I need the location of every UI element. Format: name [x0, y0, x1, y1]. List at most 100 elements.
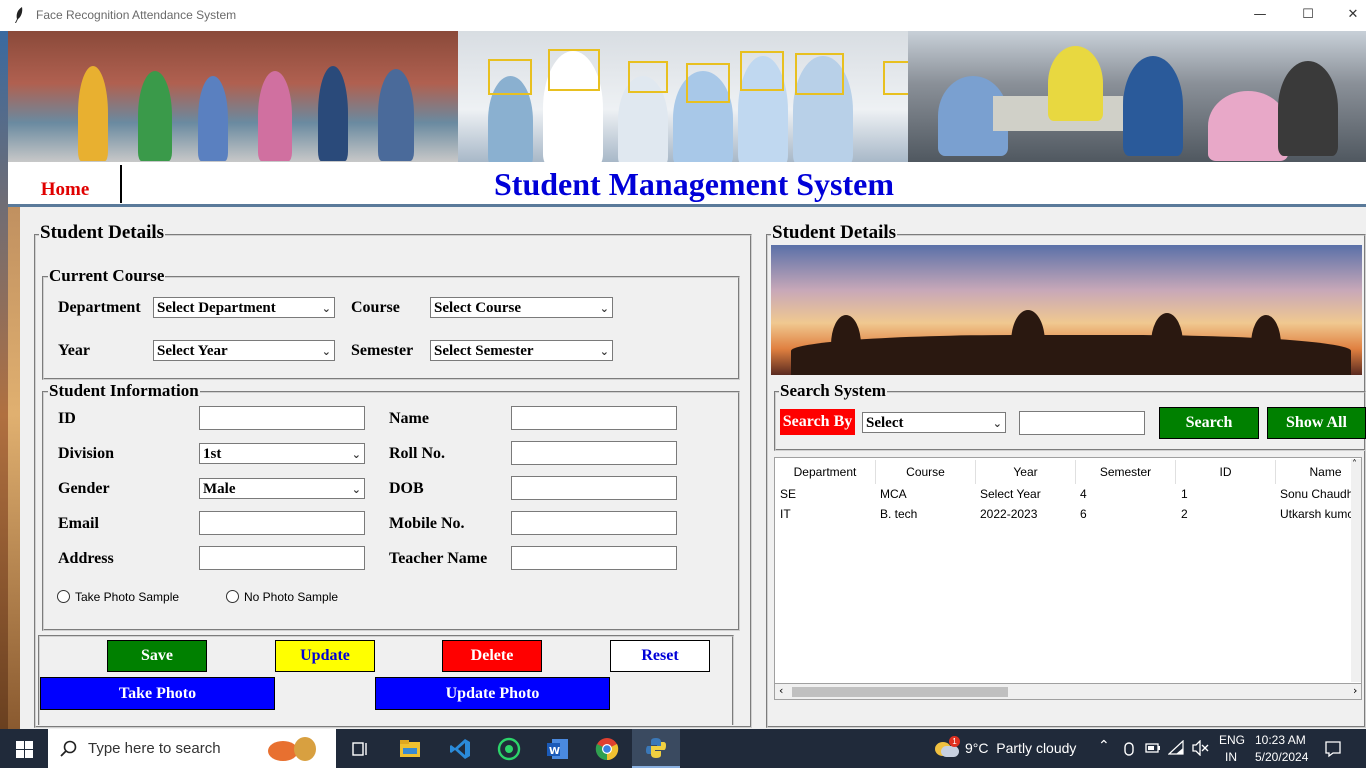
scroll-right-icon[interactable]: › [1353, 684, 1357, 697]
student-table[interactable]: Department Course Year Semester ID Name … [774, 457, 1362, 700]
save-button[interactable]: Save [107, 640, 207, 672]
home-button[interactable]: Home [10, 165, 122, 203]
chevron-down-icon: ⌄ [321, 302, 331, 315]
background-strip [0, 31, 8, 729]
teacher-label: Teacher Name [389, 550, 488, 567]
background-strip-2 [8, 205, 20, 729]
taskbar: Type here to search W 1 9°C Partly cloud… [0, 729, 1366, 768]
id-input[interactable] [199, 406, 365, 430]
battery-icon[interactable] [1145, 742, 1161, 754]
column-header-id[interactable]: ID [1176, 460, 1276, 484]
file-explorer-icon[interactable] [399, 738, 421, 758]
division-label: Division [58, 445, 115, 462]
horizontal-scrollbar[interactable]: ‹ › [774, 683, 1362, 700]
column-header-name[interactable]: Name [1276, 460, 1361, 484]
table-cell: Utkarsh kumc [1280, 507, 1354, 521]
year-label: Year [58, 342, 90, 359]
take-photo-sample-radio[interactable]: Take Photo Sample [57, 590, 179, 604]
division-select[interactable]: 1st ⌄ [199, 443, 365, 464]
search-button[interactable]: Search [1159, 407, 1259, 439]
column-header-year[interactable]: Year [976, 460, 1076, 484]
column-header-department[interactable]: Department [775, 460, 876, 484]
chevron-down-icon: ⌄ [351, 483, 361, 496]
window-title-bar: Face Recognition Attendance System — ☐ ✕ [0, 0, 1366, 32]
close-icon[interactable]: ✕ [1342, 6, 1364, 24]
window-title: Face Recognition Attendance System [36, 8, 237, 22]
vertical-scrollbar[interactable]: ˄ [1351, 459, 1361, 682]
word-icon[interactable]: W [546, 737, 570, 761]
student-info-title: Student Information [48, 381, 200, 401]
department-select[interactable]: Select Department ⌄ [153, 297, 335, 318]
scroll-left-icon[interactable]: ‹ [779, 684, 783, 697]
email-input[interactable] [199, 511, 365, 535]
update-button[interactable]: Update [275, 640, 375, 672]
dob-label: DOB [389, 480, 424, 497]
address-label: Address [58, 550, 114, 567]
dob-input[interactable] [511, 476, 677, 500]
chrome-icon[interactable] [595, 737, 619, 761]
table-cell: MCA [880, 487, 907, 501]
taskbar-search-placeholder: Type here to search [88, 740, 221, 757]
clock-time[interactable]: 10:23 AM [1255, 733, 1306, 747]
clock-date[interactable]: 5/20/2024 [1255, 750, 1308, 764]
table-cell: SE [780, 487, 797, 501]
search-highlight-icon [268, 735, 324, 763]
whatsapp-icon[interactable] [497, 737, 521, 761]
language-text[interactable]: ENG [1219, 733, 1245, 747]
speaker-muted-icon[interactable] [1191, 740, 1209, 756]
maximize-icon[interactable]: ☐ [1297, 6, 1319, 24]
banner-campus-students-image [908, 31, 1366, 162]
taskbar-search-box[interactable]: Type here to search [48, 729, 336, 768]
address-input[interactable] [199, 546, 365, 570]
table-row[interactable]: IT B. tech 2022-2023 6 2 Utkarsh kumc [775, 507, 1361, 525]
table-cell: Select Year [980, 487, 1041, 501]
vscode-icon[interactable] [448, 737, 472, 761]
take-photo-button[interactable]: Take Photo [40, 677, 275, 710]
reset-button[interactable]: Reset [610, 640, 710, 672]
take-photo-sample-label: Take Photo Sample [75, 590, 180, 604]
course-select[interactable]: Select Course ⌄ [430, 297, 613, 318]
svg-text:W: W [549, 746, 560, 757]
headset-icon[interactable] [1122, 741, 1136, 757]
radio-circle-icon [226, 590, 239, 603]
update-photo-button[interactable]: Update Photo [375, 677, 610, 710]
minimize-icon[interactable]: — [1249, 6, 1271, 24]
roll-input[interactable] [511, 441, 677, 465]
table-cell: Sonu Chaudh [1280, 487, 1354, 501]
task-view-icon[interactable] [350, 740, 370, 758]
name-input[interactable] [511, 406, 677, 430]
banner-students-image [8, 31, 458, 162]
notification-icon[interactable] [1324, 740, 1342, 758]
table-row[interactable]: SE MCA Select Year 4 1 Sonu Chaudh [775, 487, 1361, 505]
mobile-input[interactable] [511, 511, 677, 535]
table-cell: 6 [1080, 507, 1087, 521]
radio-circle-icon [57, 590, 70, 603]
windows-start-icon[interactable] [16, 741, 33, 758]
python-app-taskbar-button[interactable] [632, 729, 680, 768]
no-photo-sample-radio[interactable]: No Photo Sample [226, 590, 338, 604]
chevron-down-icon: ⌄ [599, 345, 609, 358]
wifi-icon[interactable] [1168, 740, 1184, 756]
column-header-semester[interactable]: Semester [1076, 460, 1176, 484]
region-text[interactable]: IN [1225, 750, 1237, 764]
teacher-input[interactable] [511, 546, 677, 570]
horizontal-scroll-thumb[interactable] [792, 687, 1008, 697]
show-all-button[interactable]: Show All [1267, 407, 1366, 439]
department-label: Department [58, 299, 141, 316]
name-label: Name [389, 410, 429, 427]
scroll-up-icon[interactable]: ˄ [1352, 459, 1357, 470]
year-select[interactable]: Select Year ⌄ [153, 340, 335, 361]
python-icon [646, 738, 666, 758]
delete-button[interactable]: Delete [442, 640, 542, 672]
current-course-title: Current Course [48, 266, 166, 286]
weather-icon[interactable]: 1 [933, 736, 960, 758]
semester-select[interactable]: Select Semester ⌄ [430, 340, 613, 361]
search-by-select[interactable]: Select ⌄ [862, 412, 1006, 433]
column-header-course[interactable]: Course [876, 460, 976, 484]
search-input[interactable] [1019, 411, 1145, 435]
gender-select[interactable]: Male ⌄ [199, 478, 365, 499]
weather-text[interactable]: 9°C Partly cloudy [965, 740, 1076, 756]
semester-label: Semester [351, 342, 414, 359]
chevron-up-icon[interactable]: ⌃ [1098, 738, 1110, 754]
search-by-label: Search By [780, 409, 855, 435]
